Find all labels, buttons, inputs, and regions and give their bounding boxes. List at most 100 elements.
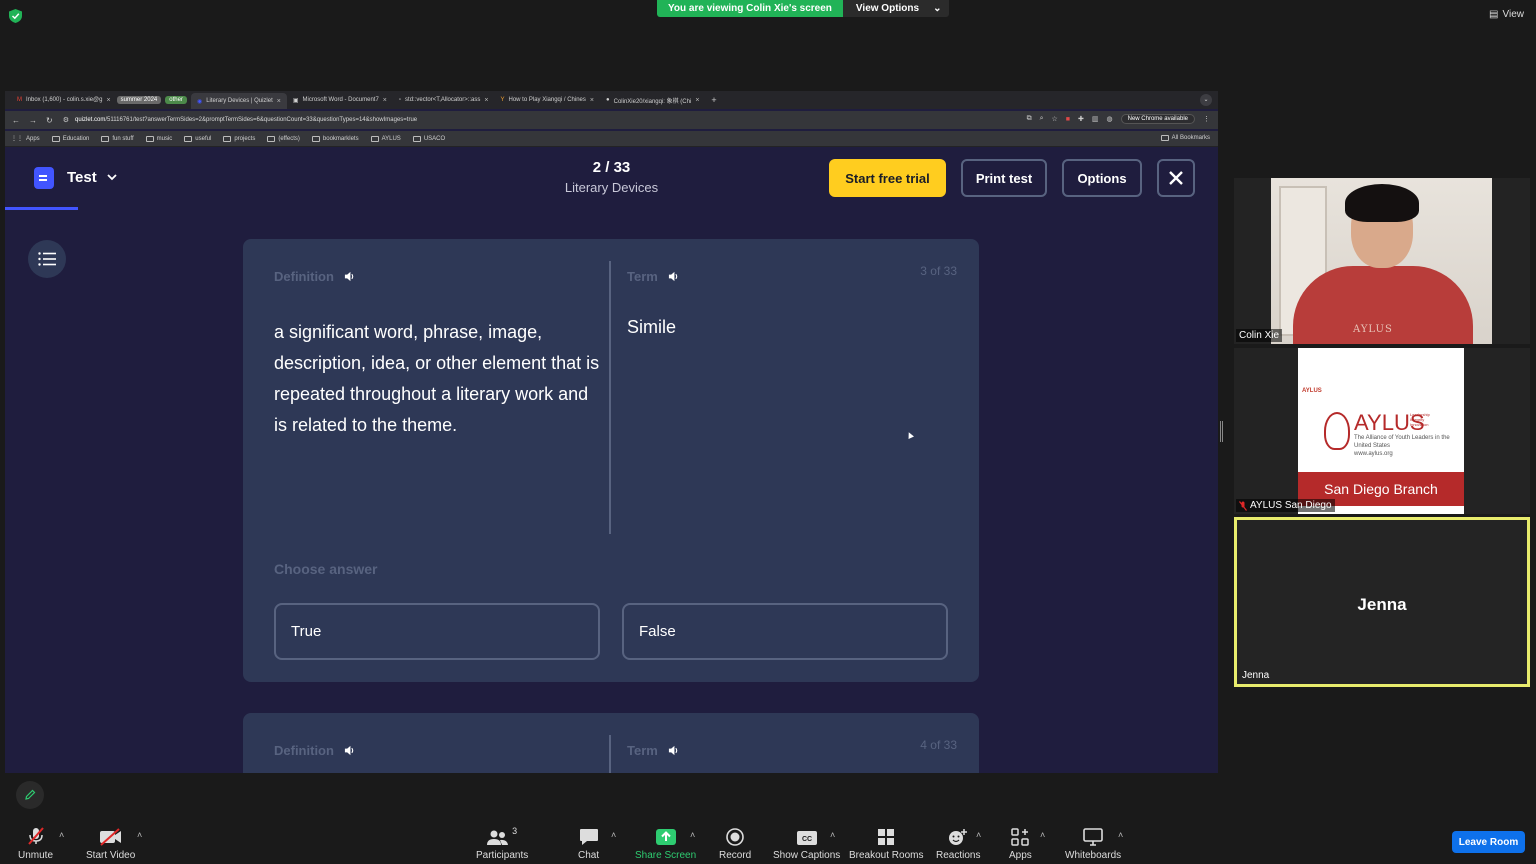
unmute-button[interactable]: Unmute xyxy=(18,826,53,861)
question-list-button[interactable] xyxy=(28,240,66,278)
browser-tab-word[interactable]: ▣ Microsoft Word - Document7 × xyxy=(287,93,393,107)
zoom-icon[interactable]: ⌕ xyxy=(1040,115,1044,123)
apps-button[interactable]: Apps xyxy=(1009,826,1032,861)
browser-tab-github[interactable]: ● ColinXie20/xiangqi: 象棋 (Chi × xyxy=(600,93,705,107)
shield-icon[interactable] xyxy=(9,9,22,23)
site-info-icon[interactable]: ⚙ xyxy=(63,116,69,124)
profile-icon[interactable]: ◍ xyxy=(1107,115,1113,123)
chevron-up-icon[interactable]: ˄ xyxy=(59,830,64,840)
chevron-up-icon[interactable]: ˄ xyxy=(1118,830,1123,840)
close-icon[interactable]: × xyxy=(106,97,110,104)
card-divider xyxy=(609,735,611,773)
participant-tile-colin[interactable]: AYLUS Colin Xie xyxy=(1234,178,1530,344)
video-off-icon xyxy=(99,826,123,846)
bookmark-folder[interactable]: music xyxy=(145,135,172,142)
leave-room-button[interactable]: Leave Room xyxy=(1452,831,1525,853)
view-options-button[interactable]: View Options ⌄ xyxy=(842,0,950,17)
cast-icon[interactable]: ⧉ xyxy=(1027,115,1032,123)
print-test-button[interactable]: Print test xyxy=(961,159,1047,197)
folder-icon xyxy=(145,135,154,142)
panel-splitter[interactable] xyxy=(1220,421,1223,442)
chevron-up-icon[interactable]: ˄ xyxy=(1040,830,1045,840)
answer-true-button[interactable]: True xyxy=(274,603,600,660)
browser-tab-gmail[interactable]: M Inbox (1,600) - colin.s.xie@g × xyxy=(11,93,117,107)
view-label: View xyxy=(1502,9,1525,20)
bookmark-folder[interactable]: fun stuff xyxy=(101,135,134,142)
bookmark-folder[interactable]: Education xyxy=(51,135,89,142)
browser-tab-quizlet[interactable]: ◉ Literary Devices | Quizlet × xyxy=(190,93,287,109)
reload-icon[interactable]: ↻ xyxy=(46,116,53,125)
chevron-up-icon[interactable]: ˄ xyxy=(690,830,695,840)
sidepanel-icon[interactable]: ▥ xyxy=(1092,115,1099,123)
tab-group-other[interactable]: other xyxy=(165,96,187,104)
tab-search-icon[interactable]: ⌄ xyxy=(1200,94,1212,106)
speaker-icon[interactable] xyxy=(668,271,679,282)
annotate-button[interactable] xyxy=(16,781,44,809)
close-button[interactable] xyxy=(1157,159,1195,197)
forward-icon[interactable]: → xyxy=(29,116,37,125)
folder-icon xyxy=(412,135,421,142)
bookmark-apps[interactable]: ⋮⋮ Apps xyxy=(11,135,40,143)
bookmark-label: projects xyxy=(234,135,256,142)
puzzle-icon[interactable]: ✚ xyxy=(1078,115,1084,123)
question-card: Definition Term 3 of 33 a significant wo… xyxy=(243,239,979,682)
chevron-up-icon[interactable]: ˄ xyxy=(830,830,835,840)
bookmark-folder[interactable]: projects xyxy=(223,135,256,142)
bookmark-label: AYLUS xyxy=(381,135,401,142)
close-icon[interactable]: × xyxy=(484,97,488,104)
bookmark-label: USACO xyxy=(423,135,446,142)
aylus-url: www.aylus.org xyxy=(1354,451,1393,457)
shared-screen: M Inbox (1,600) - colin.s.xie@g × summer… xyxy=(5,91,1218,773)
options-button[interactable]: Options xyxy=(1062,159,1142,197)
answer-false-button[interactable]: False xyxy=(622,603,948,660)
close-icon[interactable]: × xyxy=(383,97,387,104)
speaker-icon[interactable] xyxy=(344,271,355,282)
folder-icon xyxy=(370,135,379,142)
bookmark-folder[interactable]: AYLUS xyxy=(370,135,401,142)
close-icon[interactable]: × xyxy=(277,98,281,105)
new-tab-icon[interactable]: + xyxy=(711,95,716,105)
zoom-window: You are viewing Colin Xie's screen View … xyxy=(0,0,1536,864)
extension-icon[interactable]: ■ xyxy=(1066,116,1070,123)
back-icon[interactable]: ← xyxy=(12,116,20,125)
bookmark-folder[interactable]: useful xyxy=(184,135,211,142)
reactions-button[interactable]: Reactions xyxy=(936,826,980,861)
term-text: Simile xyxy=(627,317,677,337)
participants-button[interactable]: 3 Participants xyxy=(476,826,528,861)
bookmark-folder[interactable]: (effects) xyxy=(267,135,300,142)
share-screen-button[interactable]: Share Screen xyxy=(635,826,696,861)
question-count: 4 of 33 xyxy=(920,738,957,752)
close-icon[interactable]: × xyxy=(695,97,699,104)
whiteboards-button[interactable]: Whiteboards xyxy=(1065,826,1121,861)
breakout-rooms-button[interactable]: Breakout Rooms xyxy=(849,826,923,861)
participant-tile-aylus[interactable]: AYLUS AYLUS Leadership Integrity Innovat… xyxy=(1234,348,1530,514)
tab-group-summer-2024[interactable]: summer 2024 xyxy=(116,96,162,104)
browser-tab-xiangqi[interactable]: Y How to Play Xiangqi / Chines × xyxy=(495,93,600,107)
aylus-subtitle: The Alliance of Youth Leaders in the Uni… xyxy=(1354,434,1454,458)
star-icon[interactable]: ☆ xyxy=(1052,115,1058,123)
folder-icon xyxy=(101,135,110,142)
speaker-icon[interactable] xyxy=(344,745,355,756)
start-video-button[interactable]: Start Video xyxy=(86,826,135,861)
chat-button[interactable]: Chat xyxy=(578,826,599,861)
participant-tile-jenna[interactable]: Jenna Jenna xyxy=(1234,517,1530,687)
chevron-up-icon[interactable]: ˄ xyxy=(137,830,142,840)
close-icon[interactable]: × xyxy=(590,97,594,104)
tab-label: ColinXie20/xiangqi: 象棋 (Chi xyxy=(613,98,692,105)
start-free-trial-button[interactable]: Start free trial xyxy=(829,159,946,197)
record-button[interactable]: Record xyxy=(719,826,751,861)
bookmark-folder[interactable]: USACO xyxy=(412,135,446,142)
definition-text: a significant word, phrase, image, descr… xyxy=(274,322,600,435)
all-bookmarks[interactable]: All Bookmarks xyxy=(1160,135,1210,141)
new-chrome-button[interactable]: New Chrome available xyxy=(1120,114,1195,124)
chevron-up-icon[interactable]: ˄ xyxy=(611,830,616,840)
kebab-menu-icon[interactable]: ⋮ xyxy=(1203,115,1210,123)
url-field[interactable]: quizlet.com/51116761/test?answerTermSide… xyxy=(75,117,417,123)
speaker-icon[interactable] xyxy=(668,745,679,756)
chat-icon xyxy=(579,826,599,846)
chevron-up-icon[interactable]: ˄ xyxy=(976,830,981,840)
view-button[interactable]: ▤ View xyxy=(1489,9,1524,20)
bookmark-folder[interactable]: bookmarklets xyxy=(311,135,359,142)
browser-tab-cppref[interactable]: ▫ std::vector<T,Allocator>::ass × xyxy=(393,93,495,107)
aylus-subtitle-text: The Alliance of Youth Leaders in the Uni… xyxy=(1354,435,1450,449)
